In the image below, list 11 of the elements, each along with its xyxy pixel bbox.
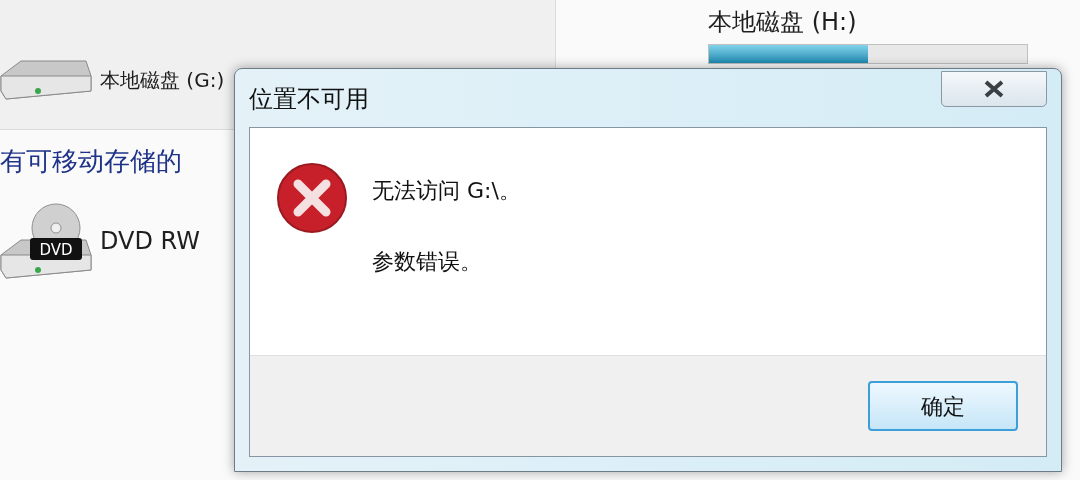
error-message: 参数错误。 bbox=[372, 248, 483, 276]
error-message: 无法访问 G:\。 bbox=[372, 177, 521, 205]
section-header: 有可移动存储的 bbox=[0, 145, 183, 178]
close-button[interactable] bbox=[941, 71, 1047, 107]
error-icon bbox=[276, 162, 348, 234]
drive-label[interactable]: 本地磁盘 (H:) bbox=[708, 4, 1028, 40]
close-icon bbox=[983, 80, 1005, 98]
drive-label[interactable]: 本地磁盘 (G:) bbox=[100, 65, 225, 95]
drive-label[interactable]: DVD RW bbox=[100, 223, 201, 259]
dialog-title: 位置不可用 bbox=[249, 84, 369, 115]
ok-button[interactable]: 确定 bbox=[868, 381, 1018, 431]
